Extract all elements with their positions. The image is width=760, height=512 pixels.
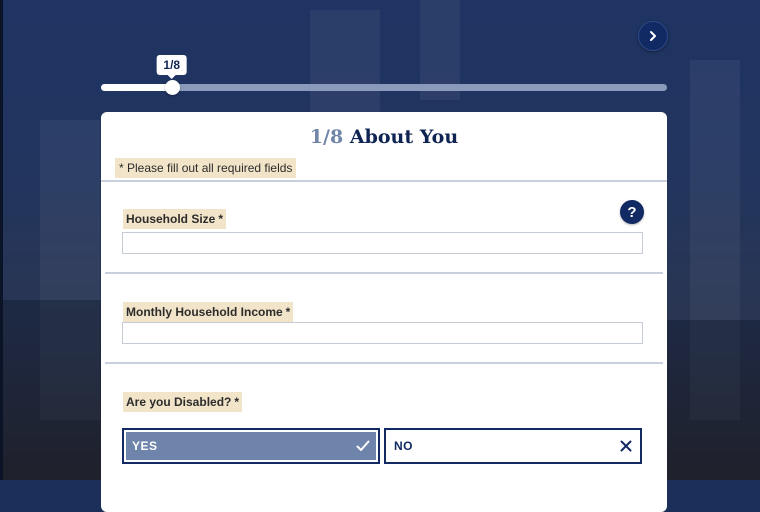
help-button[interactable]: ? (620, 200, 644, 224)
disabled-question-label: Are you Disabled? * (123, 392, 243, 412)
progress-label: 1/8 (156, 55, 188, 79)
divider (105, 272, 663, 274)
no-option-label: NO (394, 439, 413, 453)
progress-thumb[interactable] (164, 80, 180, 95)
question-icon: ? (627, 203, 637, 221)
page-title: 1/8 About You (101, 126, 667, 148)
next-step-button[interactable] (638, 21, 668, 51)
divider (101, 180, 667, 182)
progress-fill (101, 84, 172, 91)
form-card: 1/8 About You * Please fill out all requ… (101, 112, 667, 512)
divider (105, 362, 663, 364)
monthly-income-input[interactable] (122, 322, 643, 344)
yes-option-label: YES (132, 439, 158, 453)
required-fields-note: * Please fill out all required fields (115, 158, 297, 178)
step-counter: 1/8 (309, 126, 344, 148)
section-title: About You (349, 126, 459, 148)
monthly-income-label: Monthly Household Income * (123, 302, 294, 322)
window-edge (0, 0, 3, 480)
household-size-input[interactable] (122, 232, 643, 254)
checkmark-icon (356, 440, 370, 451)
disabled-yes-option[interactable]: YES (122, 428, 380, 464)
chevron-right-icon (650, 31, 656, 41)
household-size-label: Household Size * (123, 209, 227, 229)
disabled-no-option[interactable]: NO (384, 428, 642, 464)
progress-slider[interactable]: 1/8 (101, 55, 667, 95)
close-icon (620, 440, 632, 452)
